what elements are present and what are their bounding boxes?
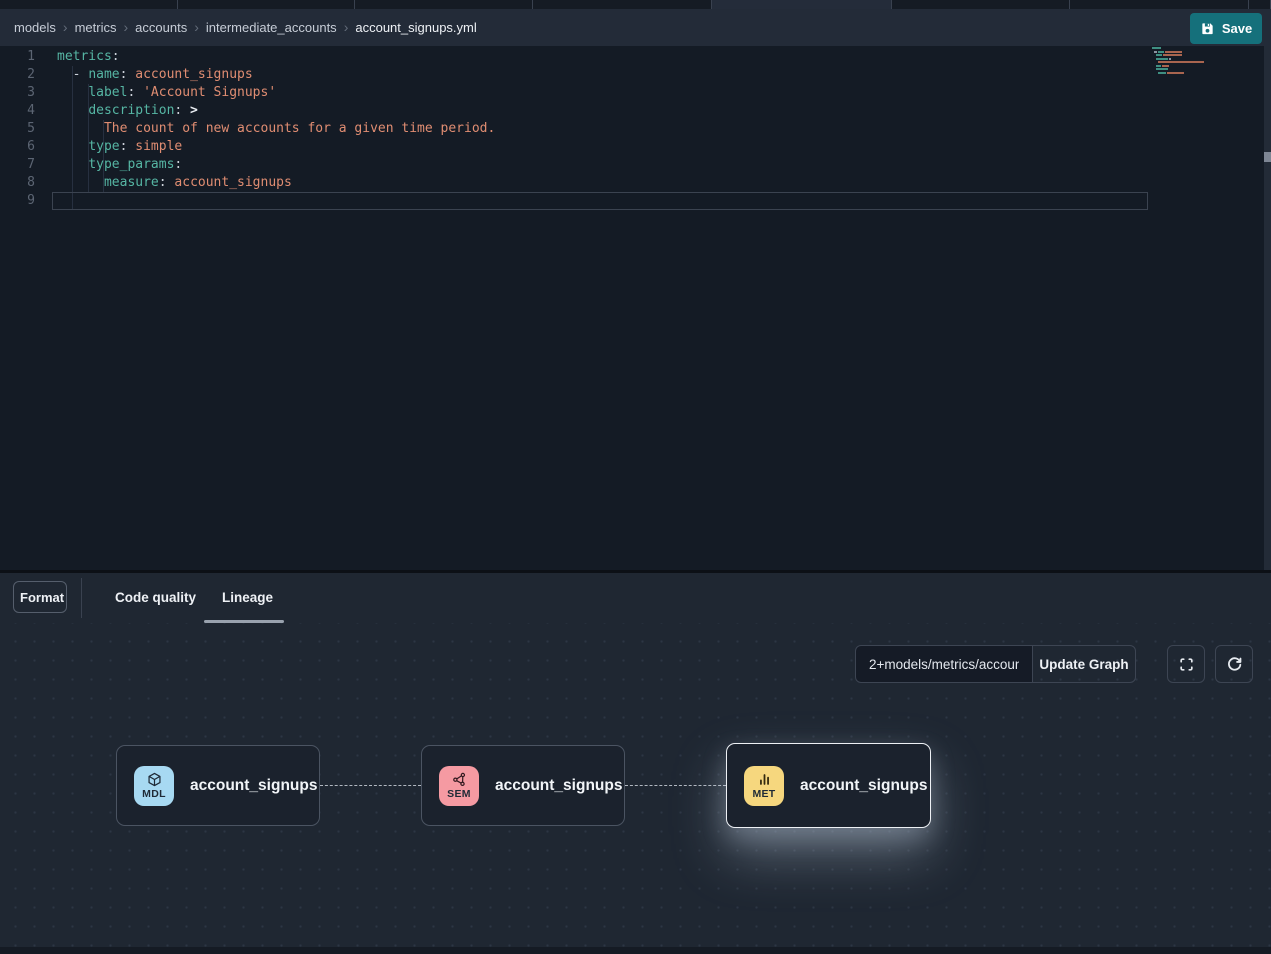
breadcrumb-item-accounts[interactable]: accounts [135,20,187,35]
node-type-label: SEM [447,788,471,800]
line-number: 2 [0,66,43,84]
breadcrumb-item-metrics[interactable]: metrics [75,20,117,35]
chevron-right-icon: › [63,20,68,34]
semantic-network-icon [452,772,467,787]
file-tab-segment[interactable] [533,0,712,9]
model-badge: MDL [134,766,174,806]
line-number: 4 [0,102,43,120]
semantic-badge: SEM [439,766,479,806]
editor-scrollbar[interactable] [1264,46,1271,570]
current-line-highlight [52,192,1148,210]
lineage-selector-input[interactable] [855,645,1033,683]
code-line[interactable]: 2 - name: account_signups [0,66,1271,84]
format-button[interactable]: Format [13,581,67,613]
fullscreen-icon [1178,656,1195,673]
scrollbar-marker[interactable] [1264,152,1271,162]
code-line[interactable]: 4 description: > [0,102,1271,120]
code-line[interactable]: 6 type: simple [0,138,1271,156]
code-lines[interactable]: 1metrics:2 - name: account_signups3 labe… [0,48,1271,210]
breadcrumb-bar: models › metrics › accounts › intermedia… [0,9,1271,46]
save-floppy-icon [1200,21,1215,36]
lineage-edge [625,785,726,786]
node-name: account_signups [190,777,317,795]
file-tab-segment[interactable] [355,0,533,9]
code-editor[interactable]: 1metrics:2 - name: account_signups3 labe… [0,46,1271,570]
code-line[interactable]: 3 label: 'Account Signups' [0,84,1271,102]
metric-badge: MET [744,766,784,806]
update-graph-button[interactable]: Update Graph [1032,645,1136,683]
minimap[interactable] [1152,47,1216,81]
code-line[interactable]: 5 The count of new accounts for a given … [0,120,1271,138]
file-tab-segment[interactable] [1249,0,1271,9]
node-name: account_signups [495,777,622,795]
lineage-node-semantic-model[interactable]: SEM account_signups [421,745,625,826]
chevron-right-icon: › [344,20,349,34]
save-button-label: Save [1222,21,1252,36]
metric-chart-icon [757,772,772,787]
tab-code-quality[interactable]: Code quality [115,573,196,623]
refresh-button[interactable] [1215,645,1253,683]
lineage-edge [320,785,421,786]
line-number: 7 [0,156,43,174]
line-number: 8 [0,174,43,192]
line-number: 1 [0,48,43,66]
line-number: 5 [0,120,43,138]
node-type-label: MET [752,788,775,800]
breadcrumb-item-models[interactable]: models [14,20,56,35]
breadcrumb-item-intermediate-accounts[interactable]: intermediate_accounts [206,20,337,35]
refresh-icon [1226,656,1243,673]
line-number: 6 [0,138,43,156]
line-number: 3 [0,84,43,102]
lineage-selector-group: Update Graph [855,645,1136,683]
tab-lineage[interactable]: Lineage [222,573,273,623]
breadcrumb-item-file[interactable]: account_signups.yml [355,20,476,35]
node-type-label: MDL [142,788,166,800]
file-tab-segment[interactable] [178,0,355,9]
lineage-node-metric[interactable]: MET account_signups [726,743,931,828]
lineage-canvas[interactable]: Update Graph MDL account_signups [0,623,1271,947]
code-line[interactable]: 7 type_params: [0,156,1271,174]
code-line[interactable]: 8 measure: account_signups [0,174,1271,192]
bottom-strip [0,947,1271,954]
save-button[interactable]: Save [1190,13,1262,44]
model-cube-icon [147,772,162,787]
chevron-right-icon: › [194,20,199,34]
line-number: 9 [0,192,43,210]
file-tab-segment[interactable] [0,0,178,9]
fullscreen-button[interactable] [1167,645,1205,683]
code-line[interactable]: 1metrics: [0,48,1271,66]
panel-divider [81,578,82,618]
chevron-right-icon: › [123,20,128,34]
file-tab-segment[interactable] [712,0,892,9]
lineage-node-model[interactable]: MDL account_signups [116,745,320,826]
bottom-panel-tabbar: Format Code quality Lineage [0,570,1271,623]
file-tab-strip[interactable] [0,0,1271,9]
file-tab-segment[interactable] [892,0,1070,9]
node-name: account_signups [800,777,927,795]
file-tab-segment[interactable] [1070,0,1249,9]
